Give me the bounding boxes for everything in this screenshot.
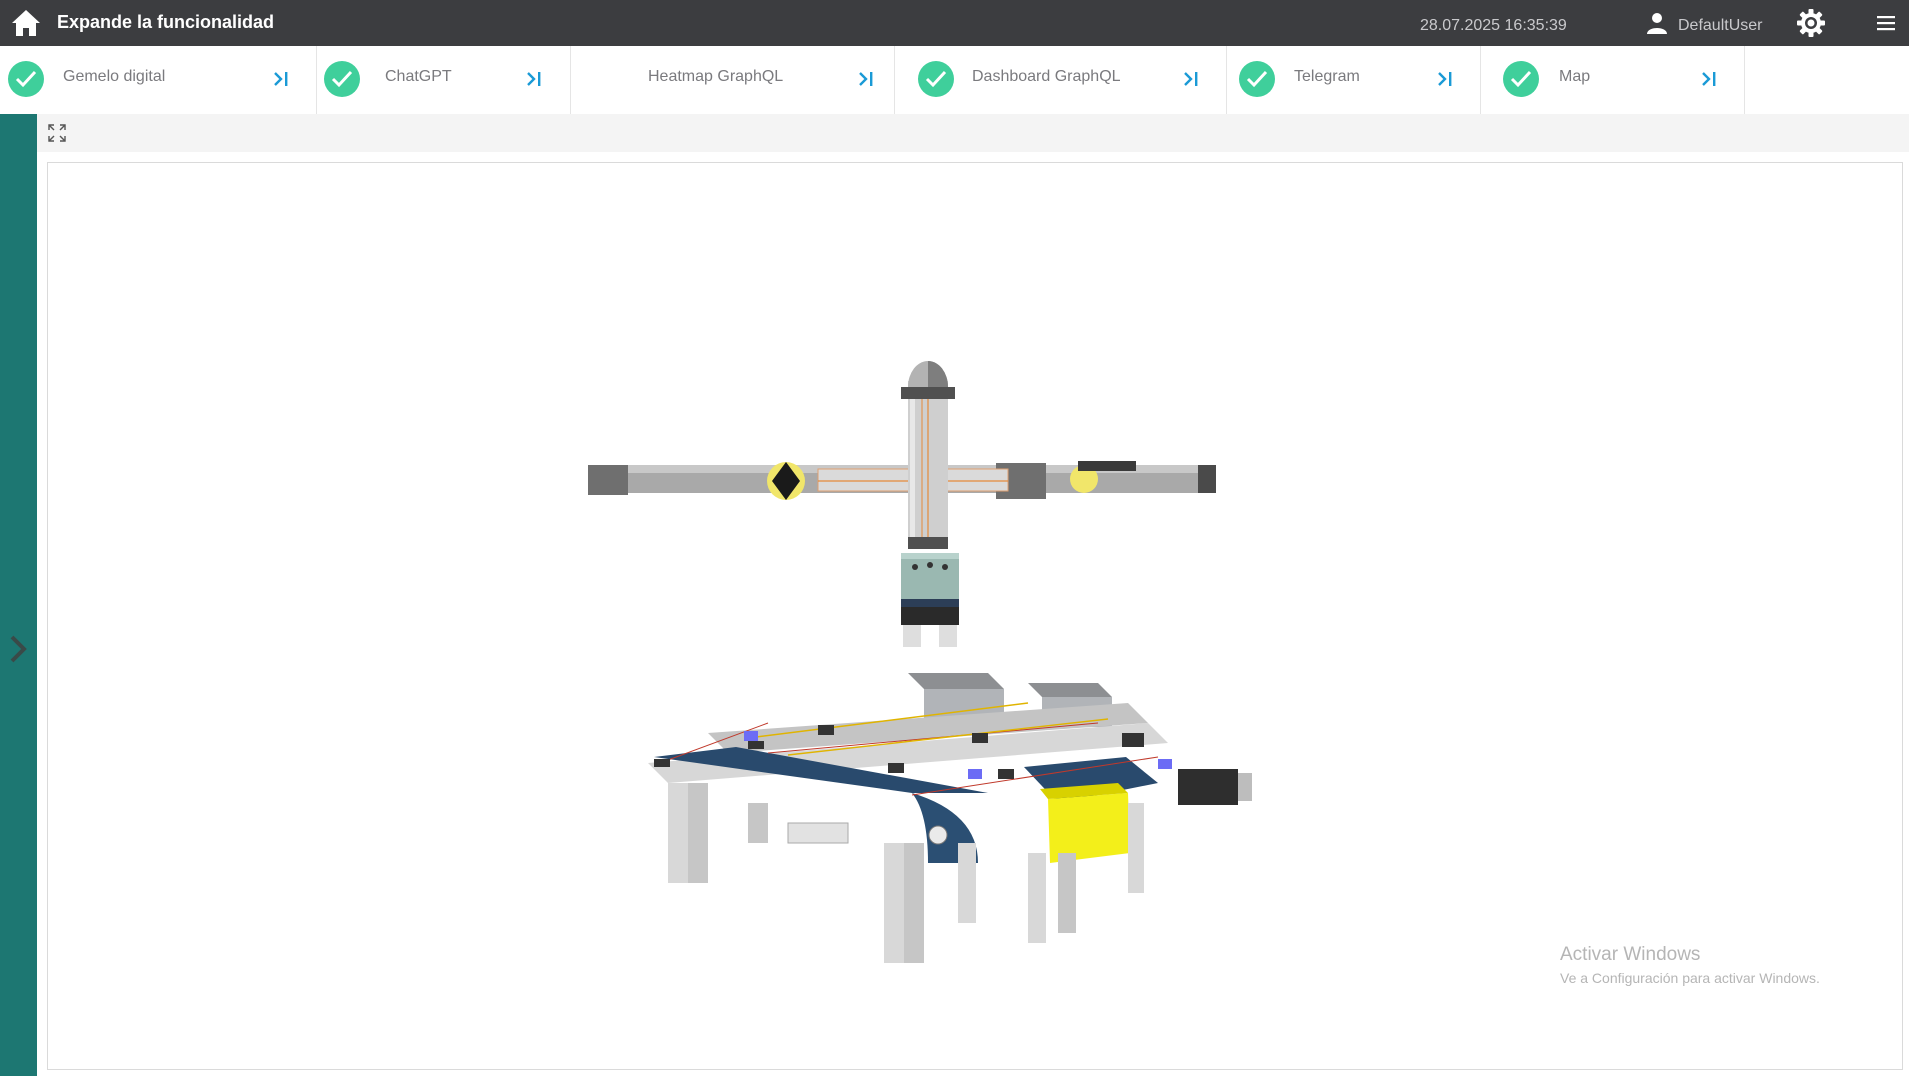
chevron-right-icon[interactable]	[8, 634, 30, 664]
tab-heatmap-graphql[interactable]: Heatmap GraphQL	[570, 46, 895, 114]
check-icon	[324, 61, 360, 97]
collapse-right-icon[interactable]	[1436, 68, 1456, 90]
menu-icon[interactable]	[1876, 14, 1896, 32]
user-name[interactable]: DefaultUser	[1678, 17, 1762, 35]
home-icon[interactable]	[10, 8, 42, 38]
collapse-right-icon[interactable]	[272, 68, 292, 90]
tab-label: Heatmap GraphQL	[648, 68, 784, 85]
datetime: 28.07.2025 16:35:39	[1420, 17, 1567, 34]
tab-map[interactable]: Map	[1480, 46, 1745, 114]
viewer-toolbar	[37, 114, 1909, 152]
left-sidebar	[0, 114, 37, 1076]
3d-gantry-conveyor-model[interactable]	[48, 163, 1902, 1069]
check-icon	[8, 61, 44, 97]
tab-label: Map	[1559, 68, 1591, 85]
app-title: Expande la funcionalidad	[57, 12, 275, 32]
gear-icon[interactable]	[1796, 8, 1826, 38]
collapse-right-icon[interactable]	[857, 68, 877, 90]
collapse-right-icon[interactable]	[1700, 68, 1720, 90]
collapse-right-icon[interactable]	[1182, 68, 1202, 90]
collapse-right-icon[interactable]	[525, 68, 545, 90]
3d-viewer[interactable]	[47, 162, 1903, 1070]
tab-label: Telegram	[1294, 68, 1360, 85]
check-icon	[1503, 61, 1539, 97]
gantry-vertical-axis	[901, 361, 955, 549]
conveyor-station	[648, 673, 1252, 963]
tab-label: Dashboard GraphQL	[972, 68, 1121, 85]
check-icon	[918, 61, 954, 97]
check-icon	[1239, 61, 1275, 97]
tab-chatgpt[interactable]: ChatGPT	[316, 46, 571, 114]
top-bar: Expande la funcionalidad 28.07.2025 16:3…	[0, 0, 1909, 46]
gripper-head	[901, 553, 959, 647]
tab-telegram[interactable]: Telegram	[1226, 46, 1481, 114]
tab-label: ChatGPT	[385, 68, 452, 85]
windows-activation-subtitle: Ve a Configuración para activar Windows.	[1560, 970, 1820, 986]
user-icon[interactable]	[1645, 11, 1669, 35]
fullscreen-icon[interactable]	[47, 123, 67, 143]
tab-label: Gemelo digital	[63, 68, 166, 85]
tab-dashboard-graphql[interactable]: Dashboard GraphQL	[894, 46, 1227, 114]
windows-activation-title: Activar Windows	[1560, 944, 1701, 965]
tab-gemelo-digital[interactable]: Gemelo digital	[0, 46, 317, 114]
app-tab-bar: Gemelo digital ChatGPT Heatmap GraphQL D…	[0, 46, 1909, 114]
